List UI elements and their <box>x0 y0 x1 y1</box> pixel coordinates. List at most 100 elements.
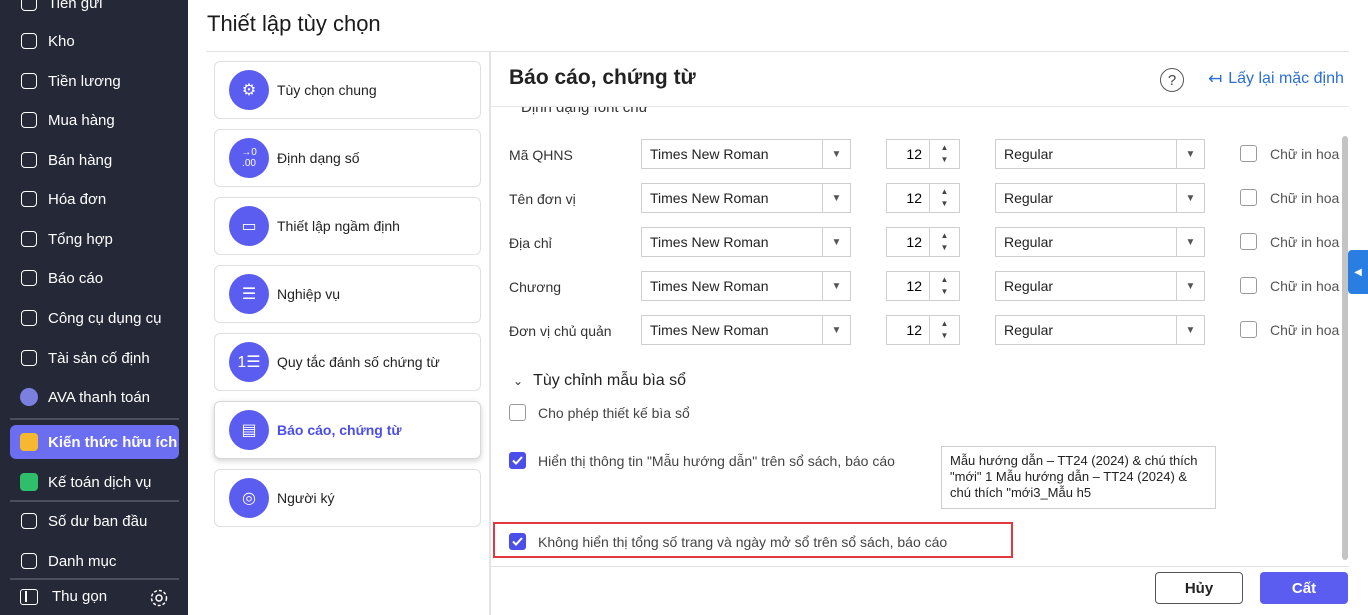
salary-icon <box>19 71 39 91</box>
sidebar-item-13[interactable]: Số dư ban đầu <box>10 504 179 538</box>
arrow-up-icon[interactable]: ▲ <box>941 142 949 154</box>
scrollbar[interactable] <box>1342 136 1348 560</box>
uppercase-label: Chữ in hoa <box>1270 190 1340 206</box>
font-family-select[interactable]: Times New Roman ▼ <box>641 271 851 301</box>
font-style-value: Regular <box>1004 278 1054 294</box>
chevron-down-icon: ▼ <box>1176 228 1204 256</box>
arrow-down-icon[interactable]: ▼ <box>941 154 949 166</box>
uppercase-checkbox[interactable] <box>1240 145 1257 162</box>
font-size-stepper[interactable]: 12 ▲ ▼ <box>886 315 960 345</box>
arrow-up-icon[interactable]: ▲ <box>941 186 949 198</box>
reset-default-link[interactable]: ↤ Lấy lại mặc định <box>1208 69 1344 89</box>
sidebar-item-label: Tiền lương <box>48 72 121 90</box>
arrow-up-icon[interactable]: ▲ <box>941 274 949 286</box>
settings-menu-item[interactable]: ⚙ Tùy chọn chung <box>214 61 481 119</box>
sidebar-item-11[interactable]: Kiến thức hữu ích <box>10 425 179 459</box>
font-family-select[interactable]: Times New Roman ▼ <box>641 183 851 213</box>
sidebar-item-14[interactable]: Danh mục <box>10 544 179 578</box>
uppercase-label: Chữ in hoa <box>1270 234 1340 250</box>
summary-icon <box>19 229 39 249</box>
font-family-select[interactable]: Times New Roman ▼ <box>641 227 851 257</box>
font-family-value: Times New Roman <box>650 234 769 250</box>
uppercase-label: Chữ in hoa <box>1270 278 1340 294</box>
sidebar-item-label: Tiền gửi <box>48 0 103 12</box>
uppercase-checkbox[interactable] <box>1240 189 1257 206</box>
font-size-stepper[interactable]: 12 ▲ ▼ <box>886 139 960 169</box>
save-button[interactable]: Cất <box>1260 572 1348 604</box>
sidebar-item-6[interactable]: Tổng hợp <box>10 222 179 256</box>
font-row-label: Địa chỉ <box>509 235 552 251</box>
side-panel-toggle[interactable]: ◀ <box>1348 250 1368 294</box>
numbered-list-icon: 1☰ <box>229 342 269 382</box>
settings-menu-item[interactable]: ▭ Thiết lập ngầm định <box>214 197 481 255</box>
chevron-down-icon: ▼ <box>1176 316 1204 344</box>
settings-menu-item[interactable]: 1☰ Quy tắc đánh số chứng từ <box>214 333 481 391</box>
template-textarea[interactable]: Mẫu hướng dẫn – TT24 (2024) & chú thích … <box>941 446 1216 509</box>
font-size-stepper[interactable]: 12 ▲ ▼ <box>886 183 960 213</box>
font-family-value: Times New Roman <box>650 278 769 294</box>
section-cover-toggle[interactable]: ⌄ Tùy chỉnh mẫu bìa sổ <box>513 372 686 390</box>
font-size-value: 12 <box>906 146 922 162</box>
uppercase-checkbox[interactable] <box>1240 277 1257 294</box>
show-template-label: Hiển thị thông tin "Mẫu hướng dẫn" trên … <box>538 453 895 469</box>
help-icon[interactable]: ? <box>1160 68 1184 92</box>
cancel-button[interactable]: Hủy <box>1155 572 1243 604</box>
sidebar-item-10[interactable]: AVA thanh toán <box>10 380 179 414</box>
uppercase-checkbox[interactable] <box>1240 321 1257 338</box>
font-size-stepper[interactable]: 12 ▲ ▼ <box>886 271 960 301</box>
sidebar-item-0[interactable]: Tiền gửi <box>10 0 179 20</box>
arrow-down-icon[interactable]: ▼ <box>941 330 949 342</box>
chevron-down-icon: ▼ <box>1176 184 1204 212</box>
font-style-select[interactable]: Regular ▼ <box>995 271 1205 301</box>
caret-left-icon: ◀ <box>1354 266 1362 278</box>
font-style-value: Regular <box>1004 146 1054 162</box>
sidebar-item-label: Tài sản cố định <box>48 349 150 367</box>
sidebar-item-12[interactable]: Kế toán dịch vụ <box>10 465 179 499</box>
arrow-up-icon[interactable]: ▲ <box>941 318 949 330</box>
sidebar-item-7[interactable]: Báo cáo <box>10 261 179 295</box>
section-font-title: Định dạng font chữ <box>521 107 649 116</box>
knowledge-icon <box>19 432 39 452</box>
show-template-checkbox[interactable] <box>509 452 526 469</box>
undo-arrow-icon: ↤ <box>1208 69 1223 88</box>
settings-menu-item[interactable]: →0.00 Định dạng số <box>214 129 481 187</box>
settings-menu-label: Định dạng số <box>277 150 360 166</box>
font-family-select[interactable]: Times New Roman ▼ <box>641 139 851 169</box>
sidebar-item-8[interactable]: Công cụ dụng cụ <box>10 301 179 335</box>
sidebar-item-1[interactable]: Kho <box>10 24 179 58</box>
font-family-value: Times New Roman <box>650 190 769 206</box>
sidebar-item-5[interactable]: Hóa đơn <box>10 182 179 216</box>
arrow-down-icon[interactable]: ▼ <box>941 286 949 298</box>
settings-menu-label: Người ký <box>277 490 335 506</box>
font-family-select[interactable]: Times New Roman ▼ <box>641 315 851 345</box>
collapse-button[interactable]: Thu gọn <box>20 588 107 605</box>
uppercase-checkbox[interactable] <box>1240 233 1257 250</box>
font-size-stepper[interactable]: 12 ▲ ▼ <box>886 227 960 257</box>
chevron-down-icon: ▼ <box>822 184 850 212</box>
settings-menu-item[interactable]: ☰ Nghiệp vụ <box>214 265 481 323</box>
sidebar-item-9[interactable]: Tài sản cố định <box>10 341 179 375</box>
gear-icon[interactable] <box>149 588 169 613</box>
allow-cover-design-checkbox[interactable] <box>509 404 526 421</box>
font-style-select[interactable]: Regular ▼ <box>995 227 1205 257</box>
settings-menu-item[interactable]: ▤ Báo cáo, chứng từ <box>214 401 481 459</box>
font-style-select[interactable]: Regular ▼ <box>995 315 1205 345</box>
sidebar-item-2[interactable]: Tiền lương <box>10 64 179 98</box>
arrow-down-icon[interactable]: ▼ <box>941 198 949 210</box>
allow-cover-design-label: Cho phép thiết kế bìa sổ <box>538 405 690 421</box>
server-icon: ☰ <box>229 274 269 314</box>
arrow-up-icon[interactable]: ▲ <box>941 230 949 242</box>
settings-menu-item[interactable]: ◎ Người ký <box>214 469 481 527</box>
sidebar-item-4[interactable]: Bán hàng <box>10 143 179 177</box>
font-style-select[interactable]: Regular ▼ <box>995 183 1205 213</box>
chevron-down-icon: ▼ <box>822 228 850 256</box>
report-icon <box>19 268 39 288</box>
panel-title: Báo cáo, chứng từ <box>509 66 696 89</box>
sidebar-item-3[interactable]: Mua hàng <box>10 103 179 137</box>
arrow-down-icon[interactable]: ▼ <box>941 242 949 254</box>
sidebar-item-label: Hóa đơn <box>48 190 107 208</box>
sidebar-item-label: Kế toán dịch vụ <box>48 473 152 491</box>
balance-icon <box>19 511 39 531</box>
font-style-select[interactable]: Regular ▼ <box>995 139 1205 169</box>
font-size-value: 12 <box>906 234 922 250</box>
